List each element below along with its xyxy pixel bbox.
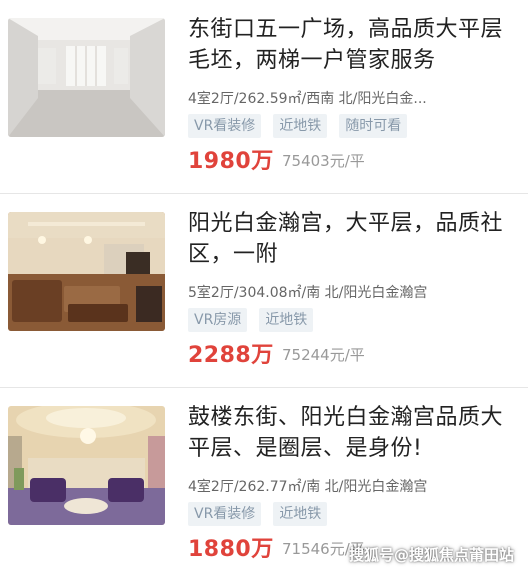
listing-price: 1980万 — [188, 149, 274, 174]
listing-tags: VR看装修 近地铁 — [188, 502, 328, 526]
tag-vr: VR看装修 — [188, 502, 262, 526]
listing-photo-1[interactable] — [8, 18, 165, 137]
tag-viewing: 随时可看 — [339, 114, 408, 138]
listing-card-1[interactable]: 东街口五一广场，高品质大平层毛坯，两梯一户管家服务 4室2厅/262.59㎡/西… — [0, 0, 528, 194]
tag-metro: 近地铁 — [273, 502, 328, 526]
listing-unit-price: 75244元/平 — [282, 346, 365, 364]
tag-metro: 近地铁 — [273, 114, 328, 138]
listing-unit-price: 75403元/平 — [282, 152, 365, 170]
listing-photo-3[interactable] — [8, 406, 165, 525]
listing-details: 4室2厅/262.59㎡/西南 北/阳光白金... — [188, 91, 427, 107]
listing-title[interactable]: 东街口五一广场，高品质大平层毛坯，两梯一户管家服务 — [188, 14, 518, 76]
source-watermark: 搜狐号@搜狐焦点莆田站 — [348, 546, 514, 564]
listing-title[interactable]: 阳光白金瀚宫，大平层，品质社区，一附 — [188, 208, 518, 270]
listing-card-2[interactable]: 阳光白金瀚宫，大平层，品质社区，一附 5室2厅/304.08㎡/南 北/阳光白金… — [0, 194, 528, 388]
tag-metro: 近地铁 — [259, 308, 314, 332]
listing-price: 2288万 — [188, 343, 274, 368]
listing-tags: VR看装修 近地铁 随时可看 — [188, 114, 408, 138]
tag-vr: VR房源 — [188, 308, 248, 332]
tag-vr: VR看装修 — [188, 114, 262, 138]
listing-photo-2[interactable] — [8, 212, 165, 331]
listing-tags: VR房源 近地铁 — [188, 308, 314, 332]
listing-title[interactable]: 鼓楼东街、阳光白金瀚宫品质大平层、是圈层、是身份! — [188, 402, 518, 464]
listing-details: 4室2厅/262.77㎡/南 北/阳光白金瀚宫 — [188, 479, 428, 495]
listing-details: 5室2厅/304.08㎡/南 北/阳光白金瀚宫 — [188, 285, 428, 301]
listing-price: 1880万 — [188, 537, 274, 562]
